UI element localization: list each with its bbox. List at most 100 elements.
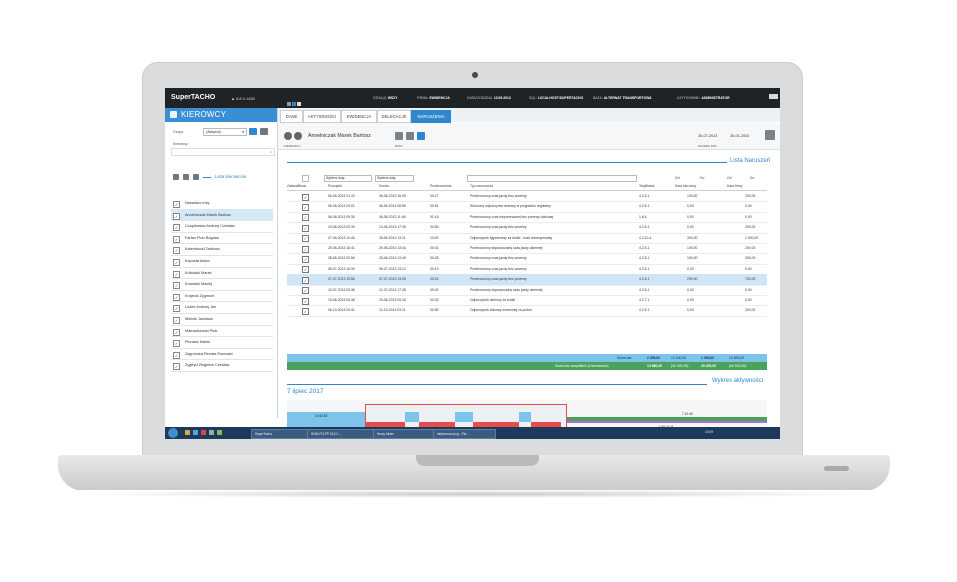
total-to-2: (54 500,00) (729, 364, 747, 368)
quicklaunch-browser-icon[interactable] (193, 430, 198, 435)
calendar-icon[interactable] (765, 130, 775, 140)
tab-delegacje[interactable]: DELEGACJE (377, 110, 411, 123)
row-checkbox[interactable]: ✓ (302, 214, 309, 222)
driver-list-item[interactable]: ✓ Krajecki Zygmunt (171, 291, 273, 303)
task-paint[interactable]: aktywnosci.png - Pai... (433, 429, 496, 439)
quicklaunch-media-icon[interactable] (201, 430, 206, 435)
tab-aktywnosci[interactable]: AKTYWNOŚCI (303, 110, 341, 123)
driver-checkbox[interactable]: ✓ (173, 316, 180, 324)
driver-checkbox[interactable]: ✓ (173, 328, 180, 336)
driver-toolbar: Annelniczak Marek Bartosz KIEROWCA DATA … (278, 123, 780, 150)
sort-asc-button[interactable] (173, 174, 179, 180)
refresh-icon[interactable] (395, 132, 403, 140)
driver-list-item[interactable]: ✓ Kapusta Adam (171, 256, 273, 268)
filter-type-select[interactable] (467, 175, 637, 182)
row-checkbox[interactable]: ✓ (302, 287, 309, 295)
driver-list-item[interactable]: ✓ Kalembucki Tadeusz (171, 244, 273, 256)
group-select[interactable]: (Aktywni) ▾ (203, 128, 247, 136)
driver-checkbox[interactable]: ✓ (173, 224, 180, 232)
group-settings-button[interactable] (260, 128, 268, 135)
driver-checkbox[interactable]: ✓ (173, 247, 180, 255)
quicklaunch-app-icon[interactable] (209, 430, 214, 435)
filter-end-date[interactable]: Wybierz datę (375, 175, 414, 182)
table-row[interactable]: ✓ 06-10-2013 20:41 12-10-2013 03:11 00:50 Od… (287, 305, 767, 317)
driver-list-item[interactable]: ✓ Ludek Andrzej Jan (171, 302, 273, 314)
filter-checkbox[interactable] (302, 175, 309, 182)
driver-list-item[interactable]: ✓ Mielnik Jarosław (171, 314, 273, 326)
task-supertacho[interactable]: SuperTacho (251, 429, 308, 439)
row-checkbox[interactable]: ✓ (302, 255, 309, 263)
row-driver-fine: 0,00 (687, 214, 694, 219)
driver-list-item[interactable]: ✓ Kowalski Maciej (171, 279, 273, 291)
driver-checkbox[interactable]: ✓ (173, 293, 180, 301)
row-checkbox[interactable]: ✓ (302, 235, 309, 243)
driver-list-item[interactable]: ✓ Farfan Piotr Bogdan (171, 233, 273, 245)
quicklaunch-excel-icon[interactable] (217, 430, 222, 435)
theme-swatches[interactable] (287, 102, 302, 107)
driver-checkbox[interactable]: ✓ (173, 282, 180, 290)
row-tariff: 4.2.5.1 (639, 225, 650, 230)
row-checkbox[interactable]: ✓ (302, 193, 309, 201)
laptop-shadow (70, 490, 878, 498)
row-checkbox[interactable]: ✓ (302, 203, 309, 211)
driver-list-item[interactable]: ✓ Kolkalski Marek (171, 268, 273, 280)
windows-taskbar: SuperTacho SGM-FO-PP-013.2 ... Nowy fold… (165, 427, 780, 439)
driver-list-item[interactable]: ✓ Nazwisko Imię (171, 198, 273, 210)
driver-checkbox[interactable]: ✓ (173, 201, 180, 208)
tab-ewidencja[interactable]: EWIDENCJA (341, 110, 377, 123)
sort-desc-button[interactable] (183, 174, 189, 180)
minimize-button[interactable] (769, 94, 778, 99)
driver-checkbox[interactable]: ✓ (173, 363, 180, 371)
quicklaunch-folder-icon[interactable] (185, 430, 190, 435)
row-checkbox[interactable]: ✓ (302, 266, 309, 274)
tab-dane[interactable]: DANE (280, 110, 303, 123)
driver-list-item[interactable]: ✓ Annelniczak Marek Bartosz (171, 209, 273, 222)
col-type[interactable]: Typ naruszenia (470, 184, 493, 188)
date-to[interactable]: 30-01-2002 (730, 134, 749, 138)
driver-name-label: Nazwisko Imię (185, 201, 210, 205)
task-document[interactable]: SGM-FO-PP-013.2 ... (307, 429, 374, 439)
row-checkbox[interactable]: ✓ (302, 224, 309, 232)
driver-checkbox[interactable]: ✓ (173, 258, 180, 266)
total-from: 14 850,00 (647, 364, 663, 368)
driver-list-item[interactable]: ✓ Czapiewska Andrzej Czesław (171, 221, 273, 233)
row-checkbox[interactable]: ✓ (302, 276, 309, 284)
driver-name-label: Kapusta Adam (185, 258, 210, 263)
date-from[interactable]: 30-07-2013 (698, 134, 717, 138)
driver-search-input[interactable]: ⌕ (171, 148, 275, 156)
driver-checkbox[interactable]: ✓ (173, 305, 180, 313)
driver-checkbox[interactable]: ✓ (173, 270, 180, 278)
row-checkbox[interactable]: ✓ (302, 297, 309, 305)
driver-checkbox[interactable]: ✓ (173, 351, 180, 359)
start-button[interactable] (168, 428, 178, 438)
driver-checkbox[interactable]: ✓ (173, 235, 180, 243)
col-excess[interactable]: Przekroczenie (430, 184, 451, 188)
driver-list-item[interactable]: ✓ Płonska Marek (171, 337, 273, 349)
task-folder[interactable]: Nowy folder (373, 429, 434, 439)
driver-list-item[interactable]: ✓ Matuszkowski Piotr (171, 326, 273, 338)
col-start[interactable]: Początek (328, 184, 342, 188)
group-action-button[interactable] (249, 128, 257, 135)
row-excess: 00:24 (430, 277, 439, 282)
col-qualified[interactable]: Zakwalifikow (287, 184, 306, 188)
filter-button[interactable] (193, 174, 199, 180)
driver-checkbox[interactable]: ✓ (173, 212, 180, 220)
row-checkbox[interactable]: ✓ (302, 307, 309, 315)
next-driver-icon[interactable] (294, 132, 302, 140)
col-end[interactable]: Koniec (379, 184, 389, 188)
driver-checkbox[interactable]: ✓ (173, 340, 180, 348)
tab-naruszenia[interactable]: NARUSZENIA (411, 110, 451, 123)
col-tariff[interactable]: Taryfikator (639, 184, 655, 188)
row-checkbox[interactable]: ✓ (302, 245, 309, 253)
driver-list-item[interactable]: ✓ Zygfryd Zbigniew Czesław (171, 360, 273, 372)
filter-icon[interactable] (417, 132, 425, 140)
row-company-fine: 0,00 (745, 214, 752, 219)
row-company-fine: 1 000,00 (745, 235, 759, 240)
col-driver-fine[interactable]: Kara kierowcy (675, 184, 696, 188)
prev-driver-icon[interactable] (284, 132, 292, 140)
row-start: 06-06-2013 09:30 (328, 214, 355, 219)
print-icon[interactable] (406, 132, 414, 140)
filter-start-date[interactable]: Wybierz datę (324, 175, 372, 182)
driver-list-item[interactable]: ✓ Zagrunska Renata Romuald (171, 349, 273, 361)
col-company-fine[interactable]: Kara firmy (727, 184, 742, 188)
